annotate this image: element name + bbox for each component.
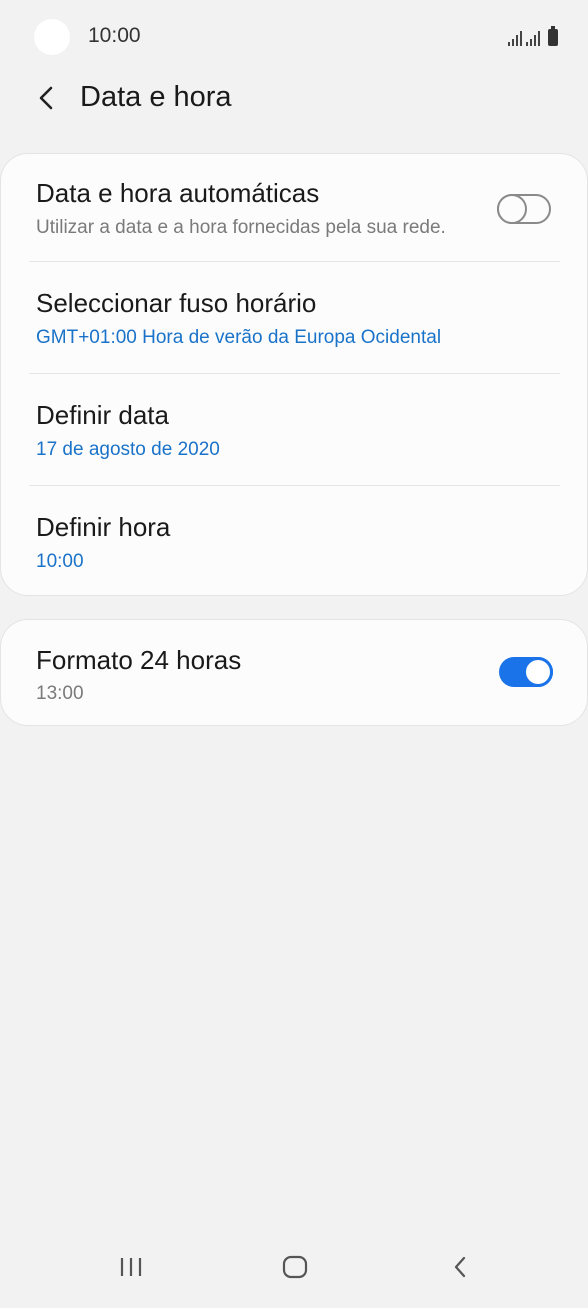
status-icons xyxy=(508,26,558,46)
format-24h-title: Formato 24 horas xyxy=(36,645,242,675)
signal-icon-2 xyxy=(526,30,540,46)
page-title: Data e hora xyxy=(80,81,232,113)
format-24h-toggle[interactable] xyxy=(499,657,553,687)
set-time-title: Definir hora xyxy=(36,512,171,542)
set-time-value: 10:00 xyxy=(36,551,84,572)
auto-datetime-row[interactable]: Data e hora automáticas Utilizar a data … xyxy=(1,154,588,261)
status-bar: 10:00 xyxy=(0,0,588,74)
set-time-row[interactable]: Definir hora 10:00 xyxy=(1,486,588,596)
nav-back-button[interactable] xyxy=(430,1242,490,1292)
toggle-knob xyxy=(523,657,553,687)
auto-datetime-toggle[interactable] xyxy=(497,194,551,224)
auto-datetime-subtitle: Utilizar a data e a hora fornecidas pela… xyxy=(36,217,446,238)
format-24h-card: Formato 24 horas 13:00 xyxy=(0,619,588,726)
timezone-value: GMT+01:00 Hora de verão da Europa Ociden… xyxy=(36,327,442,348)
set-date-row[interactable]: Definir data 17 de agosto de 2020 xyxy=(1,374,588,485)
system-nav-bar xyxy=(0,1232,588,1308)
timezone-row[interactable]: Seleccionar fuso horário GMT+01:00 Hora … xyxy=(1,262,588,373)
camera-cutout xyxy=(34,19,70,55)
home-icon xyxy=(282,1255,308,1279)
recents-icon xyxy=(120,1258,142,1276)
back-button[interactable] xyxy=(24,76,68,120)
timezone-title: Seleccionar fuso horário xyxy=(36,288,317,318)
toggle-knob xyxy=(497,194,527,224)
phone-screen: 10:00 Data e hora Data e hora automática… xyxy=(0,0,588,1308)
set-date-title: Definir data xyxy=(36,400,169,430)
battery-icon xyxy=(548,26,558,46)
back-icon xyxy=(454,1256,466,1278)
home-button[interactable] xyxy=(265,1242,325,1292)
format-24h-row[interactable]: Formato 24 horas 13:00 xyxy=(1,620,588,725)
recents-button[interactable] xyxy=(101,1242,161,1292)
format-24h-subtitle: 13:00 xyxy=(36,683,84,704)
auto-datetime-title: Data e hora automáticas xyxy=(36,178,320,208)
datetime-settings-card: Data e hora automáticas Utilizar a data … xyxy=(0,153,588,596)
signal-icon xyxy=(508,30,522,46)
status-time: 10:00 xyxy=(88,24,141,47)
chevron-left-icon xyxy=(39,86,53,110)
set-date-value: 17 de agosto de 2020 xyxy=(36,439,220,460)
app-header: Data e hora xyxy=(0,74,588,124)
